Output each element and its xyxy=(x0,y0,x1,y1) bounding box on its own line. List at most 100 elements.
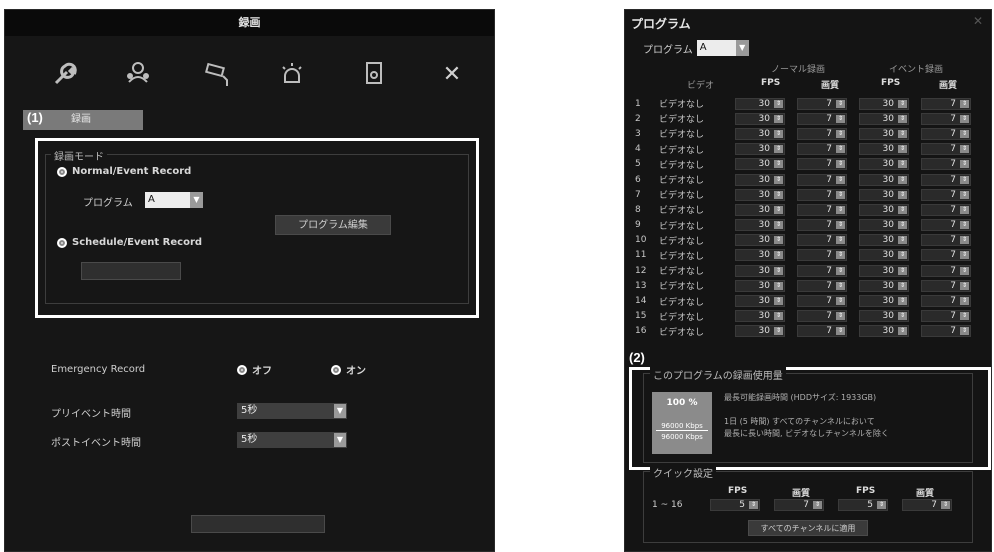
normal-fps-field[interactable]: 30 ⇕ xyxy=(735,97,785,110)
spinner-icon[interactable]: ⇕ xyxy=(774,190,783,199)
spinner-icon[interactable]: ⇕ xyxy=(960,327,969,336)
spinner-icon[interactable]: ⇕ xyxy=(960,175,969,184)
normal-quality-field[interactable]: 7 ⇕ xyxy=(797,173,847,186)
spinner-icon[interactable]: ⇕ xyxy=(774,281,783,290)
spinner-icon[interactable]: ⇕ xyxy=(898,266,907,275)
program-select[interactable]: A ▼ xyxy=(145,192,203,208)
spinner-icon[interactable]: ⇕ xyxy=(898,312,907,321)
apply-button[interactable] xyxy=(191,515,325,533)
event-quality-field[interactable]: 7 ⇕ xyxy=(921,158,971,171)
quick-normal-quality[interactable]: 7 ⇕ xyxy=(774,499,824,511)
schedule-button[interactable] xyxy=(81,262,181,280)
user-group-icon[interactable] xyxy=(121,58,155,92)
apply-all-button[interactable]: すべてのチャンネルに適用 xyxy=(748,520,868,536)
spinner-icon[interactable]: ⇕ xyxy=(774,205,783,214)
event-fps-field[interactable]: 30 ⇕ xyxy=(859,158,909,171)
camera-icon[interactable] xyxy=(201,58,235,92)
event-fps-field[interactable]: 30 ⇕ xyxy=(859,173,909,186)
normal-quality-field[interactable]: 7 ⇕ xyxy=(797,310,847,323)
quick-event-fps[interactable]: 5 ⇕ xyxy=(838,499,888,511)
spinner-icon[interactable]: ⇕ xyxy=(898,205,907,214)
normal-quality-field[interactable]: 7 ⇕ xyxy=(797,127,847,140)
spinner-icon[interactable]: ⇕ xyxy=(836,236,845,245)
event-quality-field[interactable]: 7 ⇕ xyxy=(921,234,971,247)
normal-fps-field[interactable]: 30 ⇕ xyxy=(735,234,785,247)
quick-normal-fps[interactable]: 5 ⇕ xyxy=(710,499,760,511)
spinner-icon[interactable]: ⇕ xyxy=(941,501,950,509)
spinner-icon[interactable]: ⇕ xyxy=(960,251,969,260)
spinner-icon[interactable]: ⇕ xyxy=(836,327,845,336)
event-quality-field[interactable]: 7 ⇕ xyxy=(921,203,971,216)
event-fps-field[interactable]: 30 ⇕ xyxy=(859,112,909,125)
event-quality-field[interactable]: 7 ⇕ xyxy=(921,97,971,110)
spinner-icon[interactable]: ⇕ xyxy=(774,145,783,154)
spinner-icon[interactable]: ⇕ xyxy=(898,236,907,245)
normal-quality-field[interactable]: 7 ⇕ xyxy=(797,249,847,262)
spinner-icon[interactable]: ⇕ xyxy=(960,99,969,108)
normal-fps-field[interactable]: 30 ⇕ xyxy=(735,295,785,308)
event-fps-field[interactable]: 30 ⇕ xyxy=(859,143,909,156)
normal-fps-field[interactable]: 30 ⇕ xyxy=(735,249,785,262)
pre-event-select[interactable]: 5秒 ▼ xyxy=(237,403,347,419)
normal-fps-field[interactable]: 30 ⇕ xyxy=(735,264,785,277)
spinner-icon[interactable]: ⇕ xyxy=(960,266,969,275)
normal-quality-field[interactable]: 7 ⇕ xyxy=(797,295,847,308)
event-quality-field[interactable]: 7 ⇕ xyxy=(921,112,971,125)
spinner-icon[interactable]: ⇕ xyxy=(898,175,907,184)
spinner-icon[interactable]: ⇕ xyxy=(960,205,969,214)
spinner-icon[interactable]: ⇕ xyxy=(960,281,969,290)
spinner-icon[interactable]: ⇕ xyxy=(960,129,969,138)
disk-icon[interactable] xyxy=(357,58,391,92)
event-fps-field[interactable]: 30 ⇕ xyxy=(859,264,909,277)
spinner-icon[interactable]: ⇕ xyxy=(960,236,969,245)
close-icon[interactable]: ✕ xyxy=(435,58,469,92)
spinner-icon[interactable]: ⇕ xyxy=(774,160,783,169)
radio-emergency-off[interactable]: オフ xyxy=(237,362,272,377)
event-quality-field[interactable]: 7 ⇕ xyxy=(921,249,971,262)
event-quality-field[interactable]: 7 ⇕ xyxy=(921,264,971,277)
spinner-icon[interactable]: ⇕ xyxy=(774,236,783,245)
spinner-icon[interactable]: ⇕ xyxy=(836,266,845,275)
close-icon[interactable]: ✕ xyxy=(973,14,983,28)
spinner-icon[interactable]: ⇕ xyxy=(774,175,783,184)
spinner-icon[interactable]: ⇕ xyxy=(774,312,783,321)
normal-quality-field[interactable]: 7 ⇕ xyxy=(797,234,847,247)
spinner-icon[interactable]: ⇕ xyxy=(836,190,845,199)
normal-quality-field[interactable]: 7 ⇕ xyxy=(797,97,847,110)
event-quality-field[interactable]: 7 ⇕ xyxy=(921,143,971,156)
spinner-icon[interactable]: ⇕ xyxy=(960,312,969,321)
spinner-icon[interactable]: ⇕ xyxy=(898,129,907,138)
spinner-icon[interactable]: ⇕ xyxy=(774,266,783,275)
spinner-icon[interactable]: ⇕ xyxy=(960,297,969,306)
spinner-icon[interactable]: ⇕ xyxy=(960,145,969,154)
spinner-icon[interactable]: ⇕ xyxy=(898,297,907,306)
spinner-icon[interactable]: ⇕ xyxy=(960,190,969,199)
spinner-icon[interactable]: ⇕ xyxy=(836,281,845,290)
post-event-select[interactable]: 5秒 ▼ xyxy=(237,432,347,448)
radio-normal-event[interactable]: Normal/Event Record xyxy=(57,166,191,177)
normal-quality-field[interactable]: 7 ⇕ xyxy=(797,158,847,171)
spinner-icon[interactable]: ⇕ xyxy=(774,327,783,336)
spinner-icon[interactable]: ⇕ xyxy=(898,281,907,290)
spinner-icon[interactable]: ⇕ xyxy=(774,99,783,108)
normal-quality-field[interactable]: 7 ⇕ xyxy=(797,325,847,338)
event-quality-field[interactable]: 7 ⇕ xyxy=(921,325,971,338)
spinner-icon[interactable]: ⇕ xyxy=(898,145,907,154)
spinner-icon[interactable]: ⇕ xyxy=(836,221,845,230)
normal-fps-field[interactable]: 30 ⇕ xyxy=(735,173,785,186)
normal-quality-field[interactable]: 7 ⇕ xyxy=(797,264,847,277)
event-fps-field[interactable]: 30 ⇕ xyxy=(859,97,909,110)
program-edit-button[interactable]: プログラム編集 xyxy=(275,215,391,235)
event-fps-field[interactable]: 30 ⇕ xyxy=(859,325,909,338)
spinner-icon[interactable]: ⇕ xyxy=(813,501,822,509)
spinner-icon[interactable]: ⇕ xyxy=(898,99,907,108)
normal-fps-field[interactable]: 30 ⇕ xyxy=(735,112,785,125)
normal-quality-field[interactable]: 7 ⇕ xyxy=(797,143,847,156)
spinner-icon[interactable]: ⇕ xyxy=(877,501,886,509)
spinner-icon[interactable]: ⇕ xyxy=(836,129,845,138)
normal-fps-field[interactable]: 30 ⇕ xyxy=(735,127,785,140)
normal-fps-field[interactable]: 30 ⇕ xyxy=(735,203,785,216)
event-quality-field[interactable]: 7 ⇕ xyxy=(921,188,971,201)
spinner-icon[interactable]: ⇕ xyxy=(749,501,758,509)
spinner-icon[interactable]: ⇕ xyxy=(898,251,907,260)
